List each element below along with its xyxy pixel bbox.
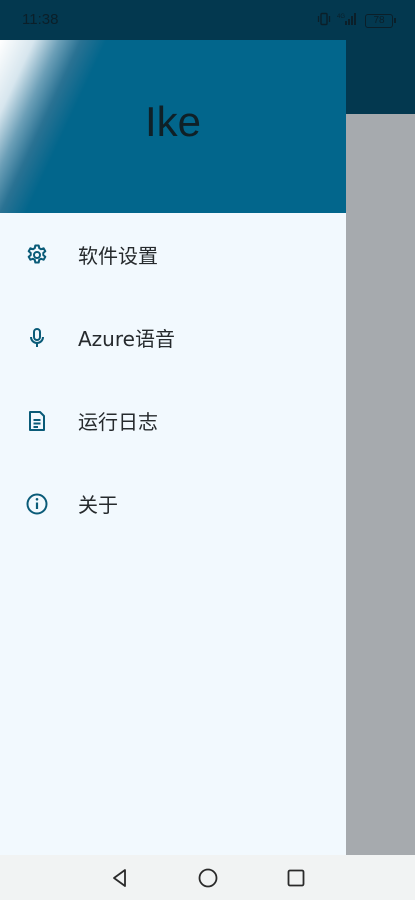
app-bar-behind-drawer — [346, 40, 415, 114]
drawer-header: Ike — [0, 40, 346, 213]
home-icon[interactable] — [197, 867, 219, 889]
info-icon — [24, 491, 50, 517]
recents-icon[interactable] — [285, 867, 307, 889]
menu-item-label: Azure语音 — [78, 327, 175, 351]
status-bar: 11:38 4G 78 — [0, 0, 415, 40]
document-icon — [24, 408, 50, 434]
navigation-drawer: Ike 软件设置 Azure语音 运行日志 关于 — [0, 40, 346, 855]
drawer-menu: 软件设置 Azure语音 运行日志 关于 — [0, 213, 346, 545]
menu-item-label: 运行日志 — [78, 410, 158, 434]
status-icons: 4G 78 — [317, 11, 396, 30]
battery-icon: 78 — [365, 13, 396, 28]
back-icon[interactable] — [109, 867, 131, 889]
menu-item-software-settings[interactable]: 软件设置 — [0, 213, 346, 296]
svg-text:4G: 4G — [337, 14, 345, 20]
menu-item-about[interactable]: 关于 — [0, 462, 346, 545]
gear-icon — [24, 242, 50, 268]
system-nav-bar — [0, 855, 415, 900]
drawer-title: Ike — [144, 98, 202, 145]
status-time: 11:38 — [22, 11, 59, 28]
content-scrim[interactable] — [346, 114, 415, 855]
menu-item-run-log[interactable]: 运行日志 — [0, 379, 346, 462]
menu-item-label: 关于 — [78, 493, 118, 517]
microphone-icon — [24, 325, 50, 351]
menu-item-label: 软件设置 — [78, 244, 158, 268]
vibrate-icon — [317, 11, 331, 30]
menu-item-azure-speech[interactable]: Azure语音 — [0, 296, 346, 379]
signal-icon: 4G — [337, 11, 359, 30]
